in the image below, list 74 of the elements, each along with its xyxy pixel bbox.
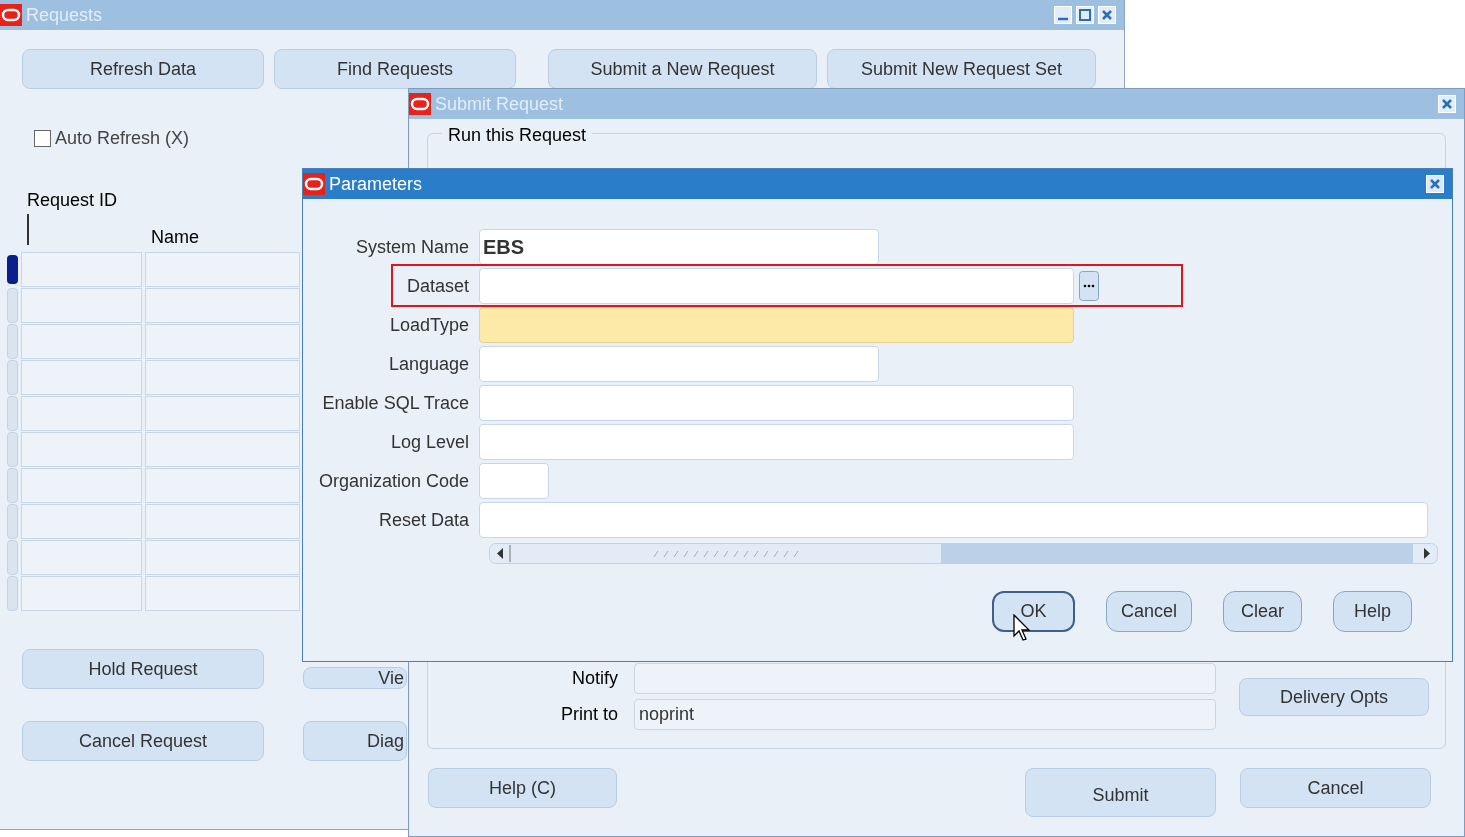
action-button[interactable]: Hold Request [22, 649, 264, 689]
close-icon[interactable] [1098, 6, 1116, 24]
field-label: LoadType [388, 313, 470, 337]
table-cell[interactable] [145, 324, 300, 359]
text-field[interactable] [479, 307, 1074, 343]
action-button[interactable]: Vie [303, 667, 407, 689]
oracle-logo-icon [0, 4, 22, 26]
oracle-logo-icon [303, 173, 325, 195]
submit-button[interactable]: Submit [1025, 768, 1216, 817]
text-field[interactable] [479, 346, 879, 382]
toolbar-button[interactable]: Submit New Request Set [827, 49, 1096, 89]
text-field[interactable] [479, 424, 1074, 460]
checkbox[interactable] [34, 130, 51, 147]
action-button[interactable]: Cancel Request [22, 721, 264, 761]
table-cell[interactable] [21, 468, 142, 503]
table-cell[interactable] [145, 288, 300, 323]
dialog-button[interactable]: Clear [1223, 591, 1302, 632]
table-cell[interactable] [21, 432, 142, 467]
close-icon[interactable] [1426, 175, 1444, 193]
toolbar-button[interactable]: Refresh Data [22, 49, 264, 89]
field-label: Notify [571, 667, 618, 690]
table-cell[interactable] [145, 576, 300, 611]
table-cell[interactable] [145, 504, 300, 539]
table-cell[interactable] [21, 540, 142, 575]
table-cell[interactable] [145, 252, 300, 287]
field-label: Enable SQL Trace [321, 391, 470, 415]
column-header: Name [151, 226, 199, 249]
action-button[interactable]: Diag [303, 721, 407, 761]
more-options-icon[interactable] [1079, 271, 1099, 301]
text-field[interactable] [479, 268, 1074, 304]
table-cell[interactable] [21, 360, 142, 395]
field-label: Organization Code [317, 469, 470, 493]
table-cell[interactable] [21, 252, 142, 287]
field-label: Language [387, 352, 470, 376]
window-title: Parameters [329, 172, 423, 196]
close-icon[interactable] [1438, 95, 1456, 113]
toolbar-button[interactable]: Submit a New Request [548, 49, 817, 89]
maximize-icon[interactable] [1076, 6, 1094, 24]
table-cell[interactable] [145, 468, 300, 503]
window-title: Submit Request [435, 92, 564, 116]
text-field[interactable] [479, 463, 549, 499]
column-header: Request ID [27, 190, 118, 210]
field-label: Reset Data [377, 508, 470, 532]
table-cell[interactable] [21, 576, 142, 611]
text-field[interactable] [479, 502, 1428, 538]
dialog-button[interactable]: Help [1333, 591, 1412, 632]
field-label: Log Level [389, 430, 470, 454]
table-cell[interactable] [145, 360, 300, 395]
minimize-icon[interactable] [1054, 6, 1072, 24]
toolbar-button[interactable]: Find Requests [274, 49, 516, 89]
checkbox-label[interactable]: Auto Refresh (X) [55, 125, 190, 152]
horizontal-scrollbar[interactable] [489, 543, 1438, 564]
table-cell[interactable] [21, 504, 142, 539]
table-cell[interactable] [145, 540, 300, 575]
table-cell[interactable] [145, 396, 300, 431]
table-cell[interactable] [145, 432, 300, 467]
window-title: Requests [26, 3, 103, 27]
dialog-button[interactable]: OK [991, 591, 1075, 632]
field-label: System Name [354, 235, 470, 259]
table-cell[interactable] [21, 324, 142, 359]
cancel-button[interactable]: Cancel [1240, 768, 1431, 808]
text-field[interactable]: noprint [634, 699, 1216, 730]
field-label: Dataset [405, 274, 470, 298]
table-cell[interactable] [21, 396, 142, 431]
record-indicator[interactable] [7, 255, 18, 284]
text-field[interactable]: EBS [479, 229, 879, 265]
text-field[interactable] [634, 663, 1216, 694]
help-button[interactable]: Help (C) [428, 768, 617, 808]
text-field[interactable] [479, 385, 1074, 421]
table-cell[interactable] [21, 288, 142, 323]
field-label: Print to [559, 703, 618, 726]
dialog-button[interactable]: Cancel [1105, 591, 1192, 632]
oracle-logo-icon [409, 93, 431, 115]
delivery-options-button[interactable]: Delivery Opts [1239, 678, 1429, 716]
